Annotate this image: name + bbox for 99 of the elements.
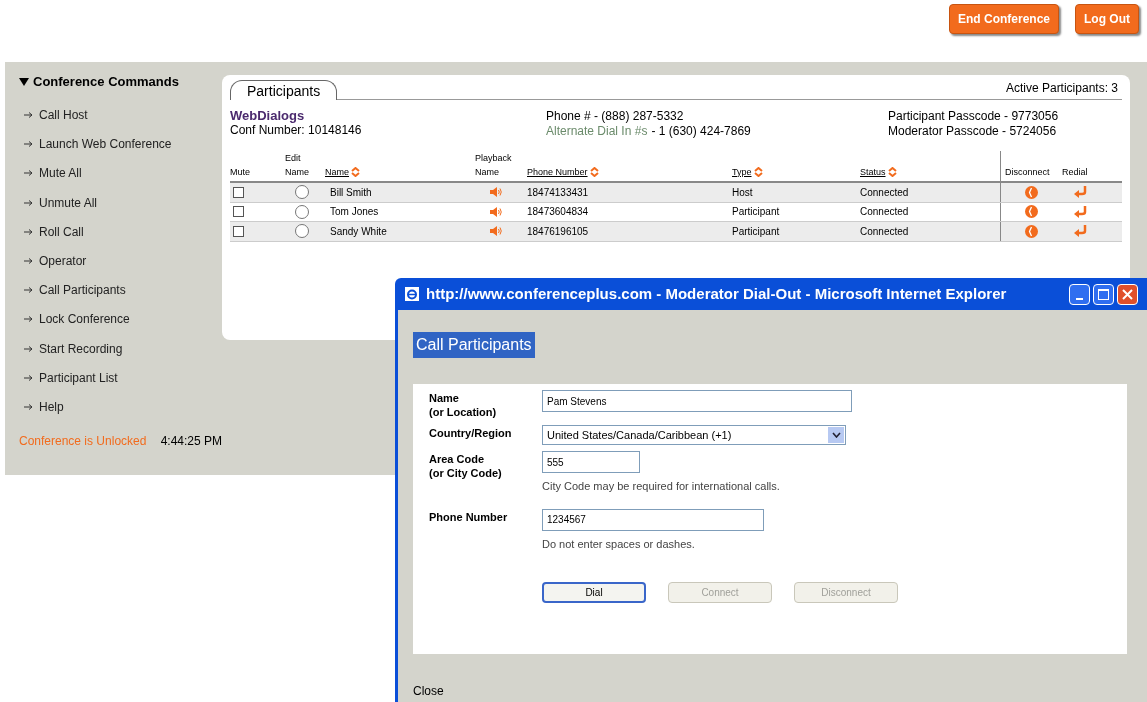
edit-radio[interactable] <box>295 204 309 219</box>
column-header: Mute <box>230 165 250 179</box>
arrow-icon <box>24 316 33 323</box>
clock-time: 4:44:25 PM <box>160 432 222 450</box>
alternate-dial-label: Alternate Dial In #s <box>546 124 648 139</box>
arrow-icon <box>24 345 33 352</box>
input-field[interactable]: 1234567 <box>542 508 764 531</box>
arrow-icon <box>24 228 33 235</box>
command-link[interactable]: Unmute All <box>39 193 98 212</box>
sort-icon[interactable] <box>351 167 360 178</box>
command-link[interactable]: Call Host <box>39 106 88 125</box>
column-header[interactable]: Phone Number <box>527 165 588 179</box>
column-header: Playback <box>475 152 513 165</box>
participant-name: Bill Smith <box>329 186 372 198</box>
column-header[interactable]: Type <box>732 165 752 179</box>
field-label: Name <box>429 391 460 405</box>
brand-name: WebDialogs <box>230 108 306 123</box>
edit-radio[interactable] <box>295 224 309 239</box>
window-title: http://www.conferenceplus.com - Moderator Dial-Out - Microsoft Internet Explorer <box>426 283 1008 304</box>
column-header[interactable]: Name <box>325 165 349 179</box>
type-cell: Participant <box>732 206 780 218</box>
participant-passcode: Participant Passcode - 9773056 <box>888 109 1059 124</box>
phone-number: Phone # - (888) 287-5332 <box>546 109 685 124</box>
command-link[interactable]: Mute All <box>39 164 82 183</box>
input-field[interactable]: Pam Stevens <box>542 390 852 412</box>
arrow-icon <box>24 141 33 148</box>
phone-cell: 18474133431 <box>527 186 589 198</box>
arrow-icon <box>24 287 33 294</box>
field-hint: City Code may be required for international calls. <box>542 479 780 494</box>
mute-checkbox[interactable] <box>233 186 244 198</box>
close-icon <box>1122 288 1133 300</box>
conf-number: Conf Number: 10148146 <box>230 123 363 138</box>
column-header: Name <box>285 165 309 179</box>
field-sublabel: (or Location) <box>429 405 498 419</box>
lock-status: Conference is Unlocked <box>19 432 148 450</box>
phone-cell: 18476196105 <box>527 225 589 237</box>
command-link[interactable]: Call Participants <box>39 281 126 300</box>
speaker-icon[interactable] <box>490 205 502 218</box>
column-header: Disconnect <box>1005 165 1050 179</box>
column-header[interactable]: Status <box>860 165 886 179</box>
sidebar-title: Conference Commands <box>33 73 179 91</box>
column-header: Name <box>475 165 499 179</box>
redial-icon[interactable] <box>1073 225 1087 238</box>
status-cell: Connected <box>860 206 909 218</box>
speaker-icon[interactable] <box>490 186 502 199</box>
command-link[interactable]: Start Recording <box>39 339 123 358</box>
type-cell: Participant <box>732 225 780 237</box>
disconnect-icon[interactable] <box>1025 205 1038 219</box>
input-field[interactable]: 555 <box>542 451 640 473</box>
column-header: Redial <box>1062 165 1088 179</box>
close-link[interactable]: Close <box>413 682 444 700</box>
sort-icon[interactable] <box>589 167 599 178</box>
command-link[interactable]: Lock Conference <box>39 310 130 329</box>
country-select[interactable]: United States/Canada/Caribbean (+1) <box>542 425 846 445</box>
disconnect-icon[interactable] <box>1025 224 1038 238</box>
alternate-dial-number: - 1 (630) 424-7869 <box>651 124 751 139</box>
status-cell: Connected <box>860 186 909 198</box>
sort-icon[interactable] <box>753 167 763 178</box>
type-cell: Host <box>732 186 753 198</box>
arrow-icon <box>24 170 33 177</box>
disconnect-icon[interactable] <box>1025 185 1038 199</box>
active-count: Active Participants: 3 <box>1005 80 1118 97</box>
arrow-icon <box>24 258 33 265</box>
arrow-icon <box>24 199 33 206</box>
participant-name: Sandy White <box>329 225 387 237</box>
close-button[interactable] <box>1117 283 1138 305</box>
phone-cell: 18473604834 <box>527 206 589 218</box>
field-label: Country/Region <box>429 426 513 440</box>
command-link[interactable]: Roll Call <box>39 222 84 241</box>
command-link[interactable]: Help <box>39 397 64 416</box>
mute-checkbox[interactable] <box>233 225 244 237</box>
command-link[interactable]: Operator <box>39 252 87 271</box>
field-label: Area Code <box>429 452 486 466</box>
arrow-icon <box>24 112 33 119</box>
minimize-button[interactable] <box>1069 283 1090 305</box>
mute-checkbox[interactable] <box>233 206 244 218</box>
edit-radio[interactable] <box>295 185 309 200</box>
dropdown-caret-icon[interactable] <box>831 432 841 438</box>
triangle-icon[interactable] <box>19 77 29 86</box>
tab[interactable]: Participants <box>230 80 338 100</box>
participant-name: Tom Jones <box>329 206 379 218</box>
command-link[interactable]: Participant List <box>39 368 118 387</box>
redial-icon[interactable] <box>1073 205 1087 218</box>
field-sublabel: (or City Code) <box>429 466 503 480</box>
redial-icon[interactable] <box>1073 186 1087 199</box>
field-label: Phone Number <box>429 509 509 524</box>
maximize-button[interactable] <box>1093 283 1114 305</box>
column-header: Edit <box>285 152 302 165</box>
moderator-passcode: Moderator Passcode - 5724056 <box>888 124 1058 139</box>
speaker-icon[interactable] <box>490 225 502 238</box>
sort-icon[interactable] <box>887 167 897 178</box>
dialog-heading: Call Participants <box>413 332 535 358</box>
arrow-icon <box>24 374 33 381</box>
field-hint: Do not enter spaces or dashes. <box>542 536 696 552</box>
command-link[interactable]: Launch Web Conference <box>39 135 172 154</box>
dialog-button[interactable]: Dial <box>542 582 646 603</box>
browser-icon <box>404 286 420 302</box>
arrow-icon <box>24 403 33 410</box>
status-cell: Connected <box>860 225 909 237</box>
